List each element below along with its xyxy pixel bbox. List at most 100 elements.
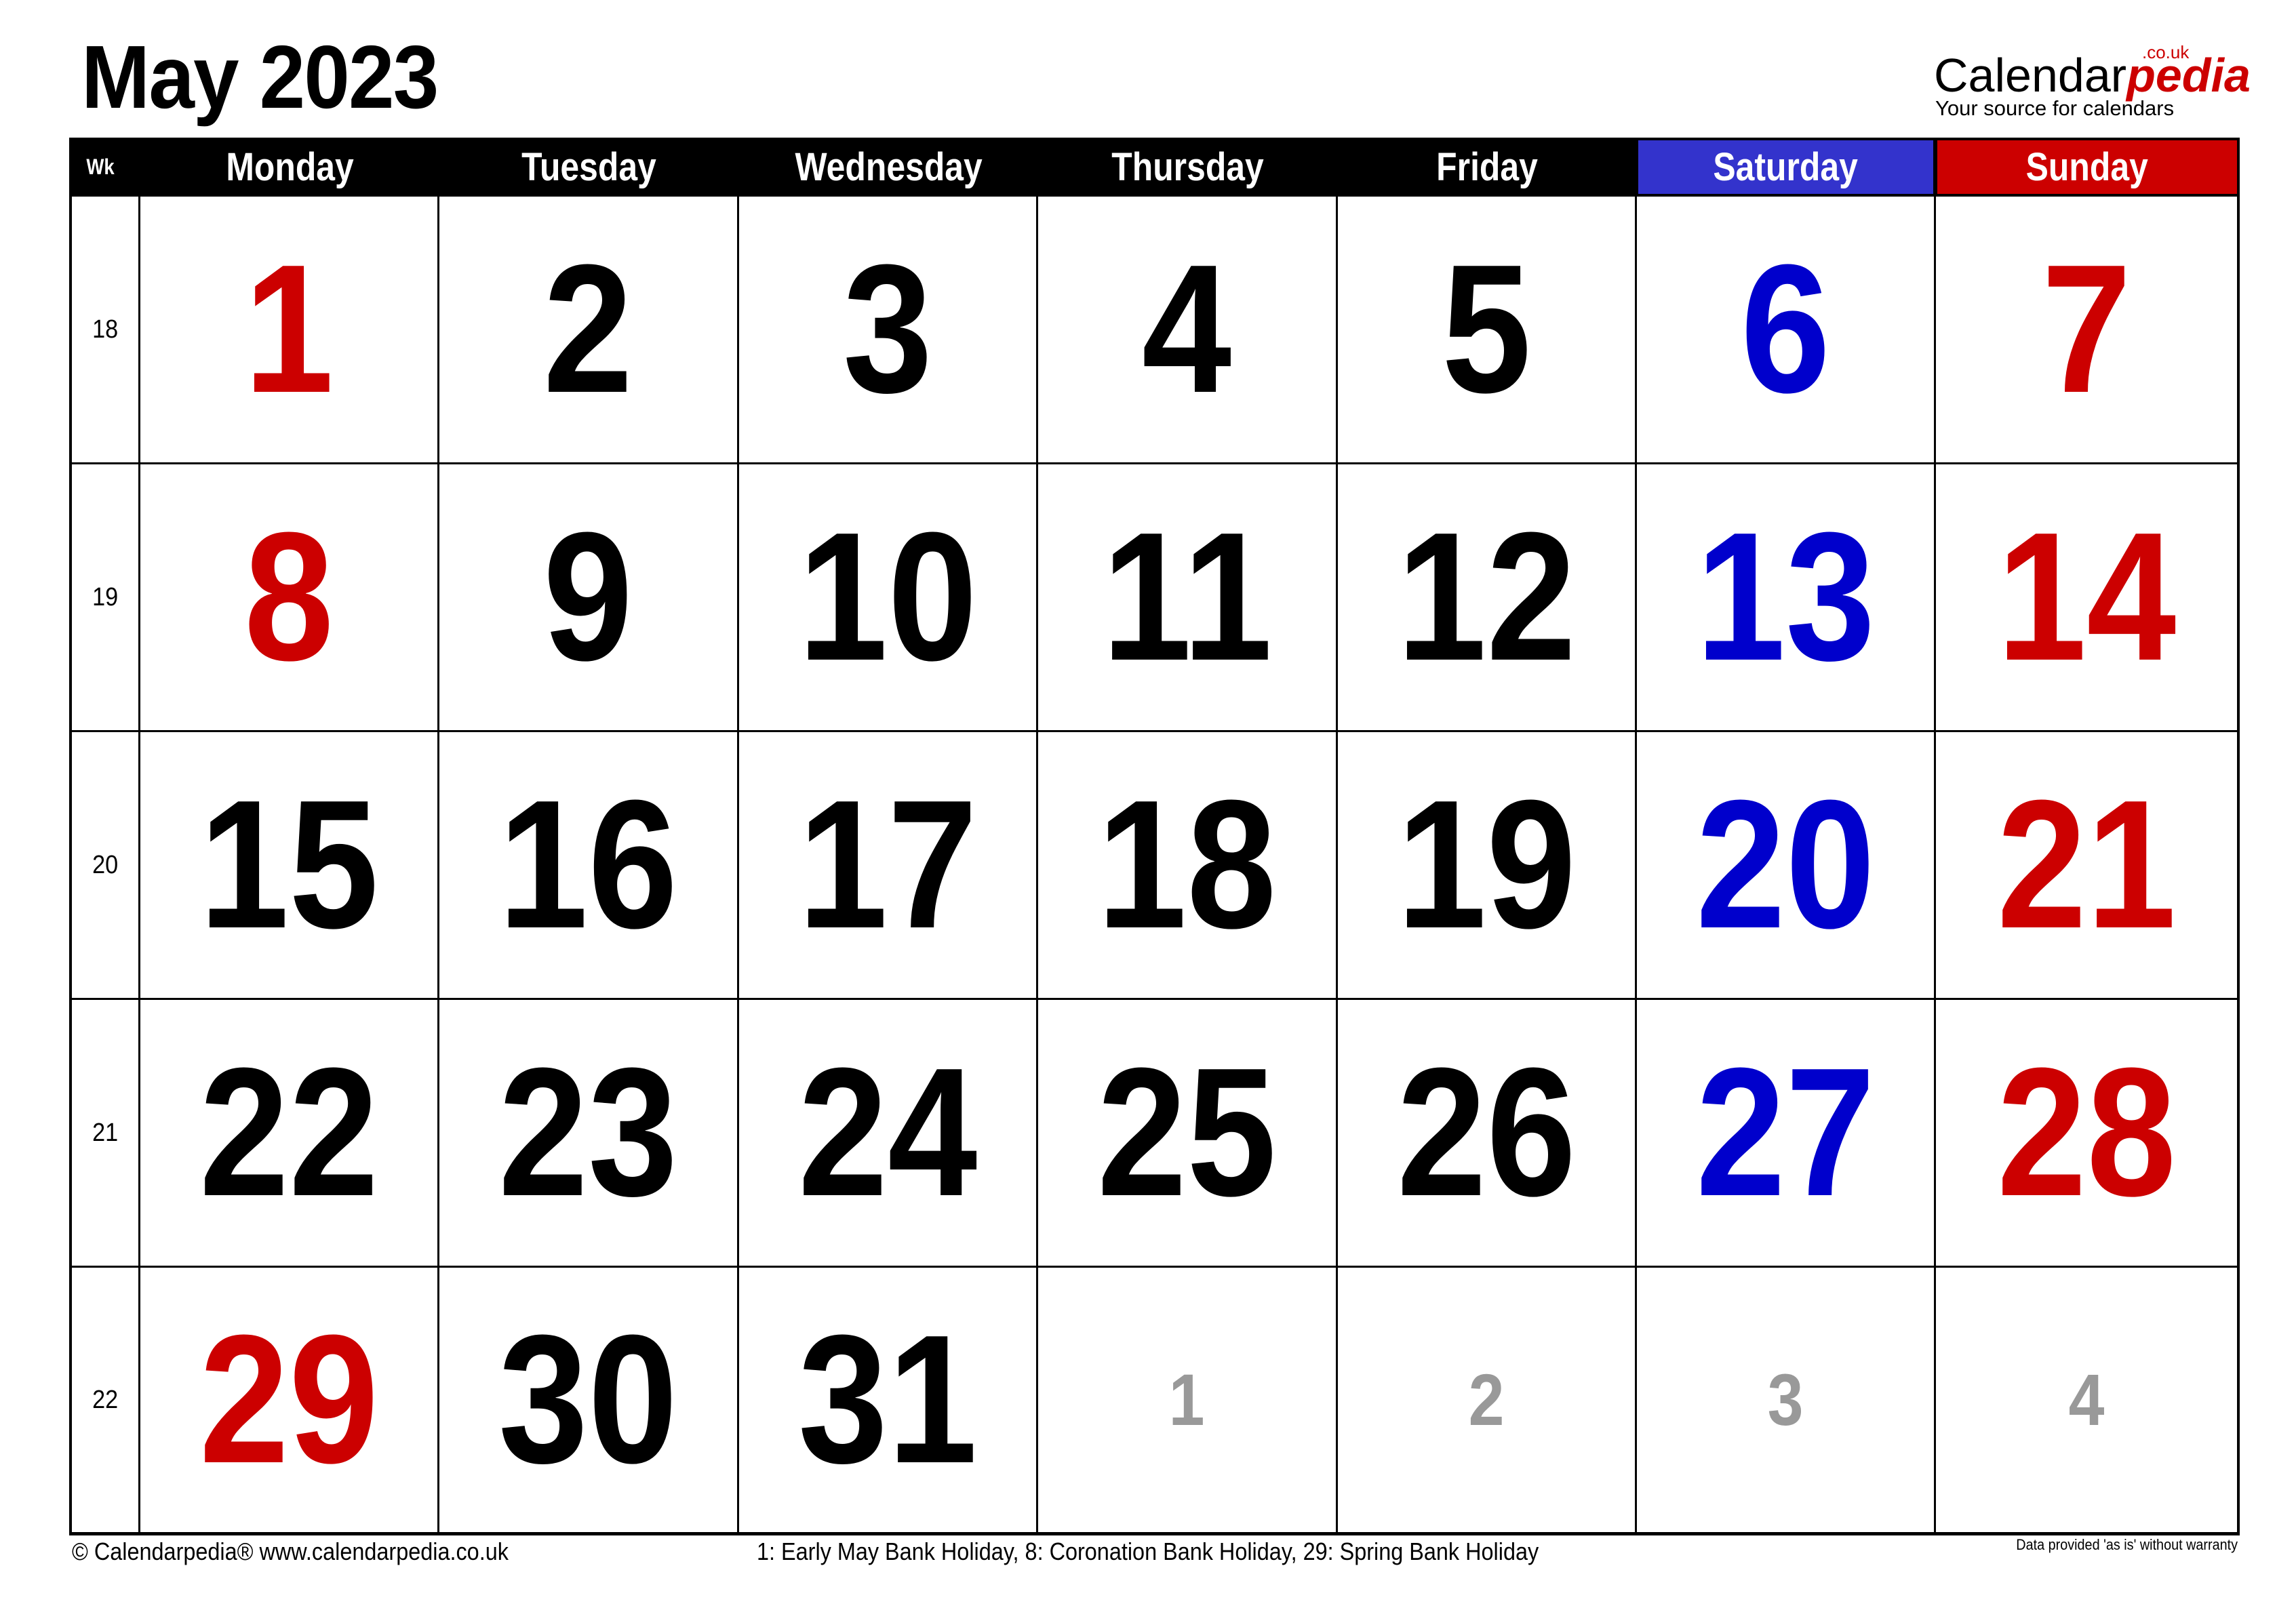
day-number: 24 <box>797 1030 978 1234</box>
day-header-thursday: Thursday <box>1038 138 1338 197</box>
day-cell[interactable]: 3 <box>739 197 1038 464</box>
day-number: 26 <box>1396 1030 1577 1234</box>
day-number: 10 <box>797 495 978 699</box>
calendarpedia-logo[interactable]: Calendarpedia .co.uk Your source for cal… <box>1934 42 2251 121</box>
day-header-label: Saturday <box>1713 145 1859 189</box>
footer-copyright: © Calendarpedia® www.calendarpedia.co.uk <box>72 1537 557 1566</box>
day-cell-other-month[interactable]: 2 <box>1338 1268 1637 1535</box>
day-number: 15 <box>199 763 379 967</box>
day-cell[interactable]: 19 <box>1338 732 1637 1000</box>
logo-tld: .co.uk <box>2142 42 2190 62</box>
day-cell[interactable]: 2 <box>439 197 739 464</box>
day-number: 6 <box>1740 227 1831 431</box>
week-number: 21 <box>92 1118 119 1147</box>
footer-copyright-text: © Calendarpedia® www.calendarpedia.co.uk <box>72 1537 509 1565</box>
week-number-cell: 20 <box>69 732 140 1000</box>
logo-wordmark: Calendarpedia <box>1934 52 2251 99</box>
day-number: 30 <box>498 1298 678 1502</box>
day-number: 18 <box>1097 763 1277 967</box>
day-number: 31 <box>797 1298 978 1502</box>
day-header-label: Monday <box>226 145 354 189</box>
day-cell[interactable]: 5 <box>1338 197 1637 464</box>
day-cell[interactable]: 1 <box>140 197 439 464</box>
day-cell[interactable]: 24 <box>739 1000 1038 1268</box>
day-header-label: Tuesday <box>521 145 657 189</box>
week-number: 22 <box>92 1385 119 1414</box>
week-number: 19 <box>92 582 119 611</box>
day-cell[interactable]: 7 <box>1936 197 2240 464</box>
day-number: 28 <box>1996 1030 2177 1234</box>
day-number: 20 <box>1695 763 1876 967</box>
day-header-label: Thursday <box>1111 145 1265 189</box>
day-number: 16 <box>498 763 678 967</box>
day-cell[interactable]: 11 <box>1038 464 1338 732</box>
day-number: 25 <box>1097 1030 1277 1234</box>
day-cell[interactable]: 27 <box>1637 1000 1936 1268</box>
day-number: 7 <box>2041 227 2132 431</box>
day-header-monday: Monday <box>140 138 439 197</box>
day-number: 23 <box>498 1030 678 1234</box>
day-cell[interactable]: 10 <box>739 464 1038 732</box>
day-cell[interactable]: 21 <box>1936 732 2240 1000</box>
day-header-label: Friday <box>1436 145 1539 189</box>
day-cell[interactable]: 28 <box>1936 1000 2240 1268</box>
week-number-cell: 21 <box>69 1000 140 1268</box>
day-header-tuesday: Tuesday <box>439 138 739 197</box>
day-cell[interactable]: 15 <box>140 732 439 1000</box>
day-cell[interactable]: 22 <box>140 1000 439 1268</box>
week-number: 20 <box>92 850 119 879</box>
day-number: 11 <box>1101 495 1273 699</box>
day-number: 8 <box>243 495 334 699</box>
week-number-cell: 18 <box>69 197 140 464</box>
day-cell-other-month[interactable]: 1 <box>1038 1268 1338 1535</box>
calendar-grid: Wk Monday Tuesday Wednesday Thursday Friday S… <box>69 138 2240 1535</box>
day-number: 29 <box>199 1298 379 1502</box>
day-cell[interactable]: 23 <box>439 1000 739 1268</box>
day-cell[interactable]: 26 <box>1338 1000 1637 1268</box>
day-number: 12 <box>1396 495 1577 699</box>
day-cell[interactable]: 20 <box>1637 732 1936 1000</box>
day-cell-other-month[interactable]: 4 <box>1936 1268 2240 1535</box>
day-header-sunday: Sunday <box>1936 138 2240 197</box>
day-header-label: Sunday <box>2025 145 2149 189</box>
day-cell[interactable]: 6 <box>1637 197 1936 464</box>
day-cell[interactable]: 12 <box>1338 464 1637 732</box>
day-number: 1 <box>243 227 334 431</box>
day-number: 2 <box>1468 1359 1505 1441</box>
day-cell-other-month[interactable]: 3 <box>1637 1268 1936 1535</box>
day-number: 13 <box>1695 495 1876 699</box>
day-number: 19 <box>1396 763 1577 967</box>
day-cell[interactable]: 31 <box>739 1268 1038 1535</box>
day-number: 14 <box>1996 495 2177 699</box>
day-cell[interactable]: 29 <box>140 1268 439 1535</box>
day-number: 5 <box>1441 227 1532 431</box>
day-number: 4 <box>1142 227 1232 431</box>
day-cell[interactable]: 30 <box>439 1268 739 1535</box>
day-cell[interactable]: 18 <box>1038 732 1338 1000</box>
day-header-wednesday: Wednesday <box>739 138 1038 197</box>
day-number: 1 <box>1169 1359 1205 1441</box>
week-number-cell: 22 <box>69 1268 140 1535</box>
day-cell[interactable]: 16 <box>439 732 739 1000</box>
day-cell[interactable]: 8 <box>140 464 439 732</box>
day-number: 22 <box>199 1030 379 1234</box>
logo-brand-part1: Calendar <box>1934 49 2127 102</box>
day-header-friday: Friday <box>1338 138 1637 197</box>
day-cell[interactable]: 14 <box>1936 464 2240 732</box>
day-cell[interactable]: 17 <box>739 732 1038 1000</box>
page-title: May 2023 <box>81 27 439 127</box>
day-cell[interactable]: 4 <box>1038 197 1338 464</box>
day-header-label: Wednesday <box>795 145 983 189</box>
day-cell[interactable]: 25 <box>1038 1000 1338 1268</box>
week-number-cell: 19 <box>69 464 140 732</box>
day-cell[interactable]: 13 <box>1637 464 1936 732</box>
day-number: 3 <box>1767 1359 1804 1441</box>
week-number-header-label: Wk <box>86 155 115 179</box>
day-number: 4 <box>2068 1359 2105 1441</box>
footer-disclaimer-text: Data provided 'as is' without warranty <box>2016 1536 2238 1553</box>
week-number: 18 <box>92 315 119 344</box>
day-number: 27 <box>1695 1030 1876 1234</box>
day-number: 9 <box>543 495 633 699</box>
day-cell[interactable]: 9 <box>439 464 739 732</box>
day-number: 21 <box>1996 763 2177 967</box>
